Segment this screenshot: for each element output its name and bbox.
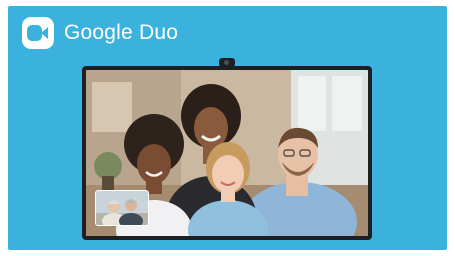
self-view-thumbnail[interactable] <box>95 190 149 226</box>
brand-header: Google Duo <box>22 16 178 50</box>
duo-camera-icon <box>22 17 54 49</box>
app-name: Google Duo <box>64 21 179 44</box>
webcam-icon <box>219 58 235 67</box>
